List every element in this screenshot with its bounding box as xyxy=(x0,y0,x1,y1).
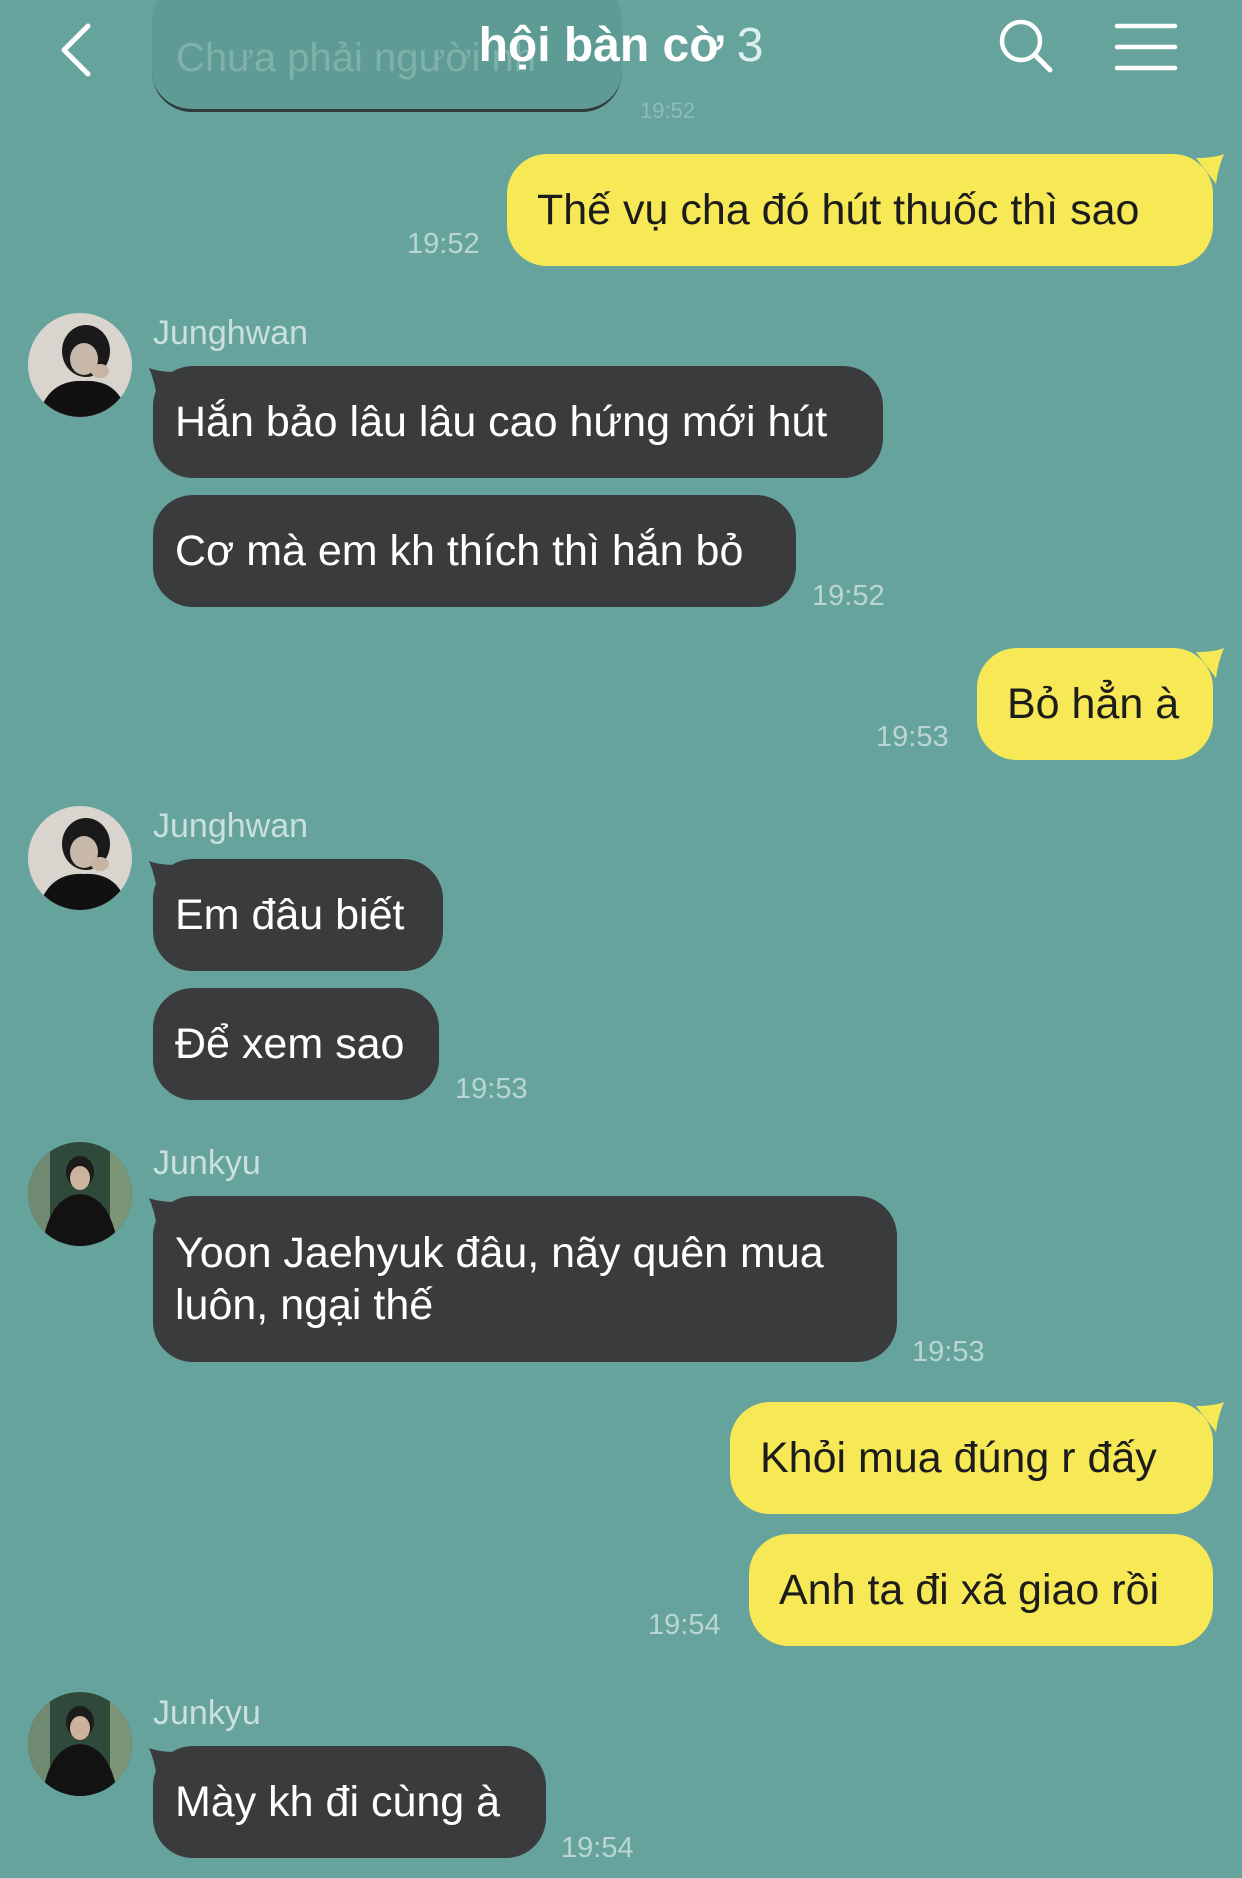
avatar-junghwan[interactable] xyxy=(28,313,132,417)
sender-name: Junkyu xyxy=(153,1694,261,1732)
message-text: Mày kh đi cùng à xyxy=(175,1778,501,1826)
outgoing-message-bubble[interactable]: Khỏi mua đúng r đấy xyxy=(730,1402,1213,1514)
search-icon xyxy=(999,19,1053,73)
person-avatar-icon xyxy=(28,313,132,417)
message-time: 19:53 xyxy=(876,721,949,753)
menu-button[interactable] xyxy=(1114,20,1178,74)
bubble-tail-icon xyxy=(1196,648,1224,678)
sender-name: Junkyu xyxy=(153,1144,261,1182)
message-text: Hắn bảo lâu lâu cao hứng mới hút xyxy=(175,398,828,446)
bubble-tail-icon xyxy=(1196,1402,1224,1432)
avatar-junkyu[interactable] xyxy=(28,1142,132,1246)
message-text-line-2: luôn, ngại thế xyxy=(175,1281,434,1329)
message-time: 19:53 xyxy=(912,1336,985,1368)
message-time: 19:52 xyxy=(812,580,885,612)
incoming-message-bubble[interactable]: Mày kh đi cùng à xyxy=(153,1746,546,1858)
message-time: 19:52 xyxy=(407,228,480,260)
scrolled-message-time: 19:52 xyxy=(640,98,696,123)
incoming-message-bubble[interactable]: Để xem sao xyxy=(153,988,439,1100)
message-time: 19:54 xyxy=(648,1609,721,1641)
message-text: Khỏi mua đúng r đấy xyxy=(760,1434,1157,1482)
message-text: Em đâu biết xyxy=(175,891,405,939)
incoming-message-bubble[interactable]: Em đâu biết xyxy=(153,859,443,971)
avatar-junkyu[interactable] xyxy=(28,1692,132,1796)
outgoing-message-bubble[interactable]: Anh ta đi xã giao rồi xyxy=(749,1534,1213,1646)
message-text: Cơ mà em kh thích thì hắn bỏ xyxy=(175,527,744,575)
member-count: 3 xyxy=(736,19,764,72)
message-text: Thế vụ cha đó hút thuốc thì sao xyxy=(537,186,1140,234)
message-text: Anh ta đi xã giao rồi xyxy=(779,1566,1160,1614)
message-text: Bỏ hẳn à xyxy=(1007,680,1180,728)
chat-title-text: hội bàn cờ xyxy=(478,19,724,72)
search-button[interactable] xyxy=(996,16,1056,76)
message-time: 19:54 xyxy=(561,1832,634,1864)
hamburger-menu-icon xyxy=(1114,23,1178,71)
message-text-line-1: Yoon Jaehyuk đâu, nãy quên mua xyxy=(175,1229,824,1277)
incoming-message-bubble[interactable]: Cơ mà em kh thích thì hắn bỏ xyxy=(153,495,796,607)
person-avatar-icon xyxy=(28,806,132,910)
person-avatar-icon xyxy=(28,1142,132,1246)
sender-name: Junghwan xyxy=(153,807,309,845)
outgoing-message-bubble[interactable]: Thế vụ cha đó hút thuốc thì sao xyxy=(507,154,1213,266)
incoming-message-bubble[interactable]: Yoon Jaehyuk đâu, nãy quên mua luôn, ngạ… xyxy=(153,1196,897,1362)
person-avatar-icon xyxy=(28,1692,132,1796)
message-time: 19:53 xyxy=(455,1073,528,1105)
bubble-tail-icon xyxy=(1196,154,1224,184)
avatar-junghwan[interactable] xyxy=(28,806,132,910)
incoming-message-bubble[interactable]: Hắn bảo lâu lâu cao hứng mới hút xyxy=(153,366,883,478)
outgoing-message-bubble[interactable]: Bỏ hẳn à xyxy=(977,648,1213,760)
sender-name: Junghwan xyxy=(153,314,309,352)
message-text: Để xem sao xyxy=(175,1020,405,1068)
